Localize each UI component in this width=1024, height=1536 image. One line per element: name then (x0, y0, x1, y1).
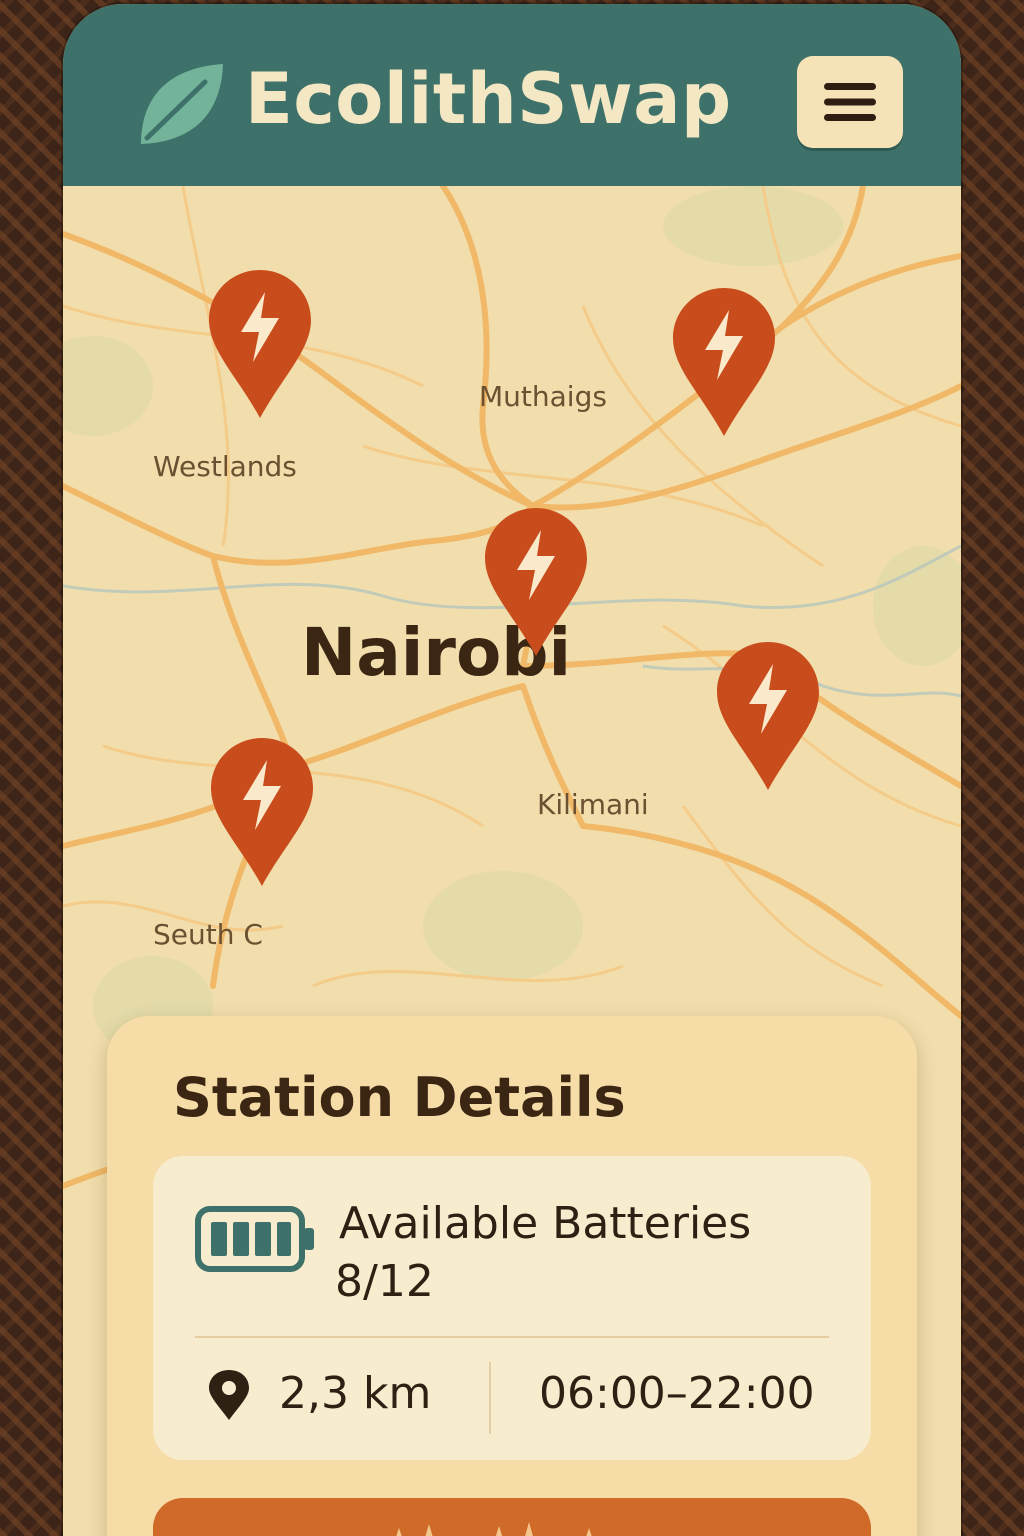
app-header: EcolithSwap (63, 4, 961, 186)
location-pin-icon (209, 1370, 249, 1420)
station-details-title: Station Details (173, 1066, 626, 1129)
station-pin-muthaigs[interactable] (671, 286, 777, 438)
station-pin-south-c[interactable] (209, 736, 315, 888)
phone-screen: EcolithSwap Westlands Muthaigs Kilimani … (63, 4, 961, 1536)
battery-icon (195, 1206, 314, 1272)
station-pin-westlands[interactable] (207, 268, 313, 420)
station-action-button[interactable] (153, 1498, 871, 1536)
station-pin-east[interactable] (715, 640, 821, 792)
place-label-kilimani: Kilimani (537, 788, 649, 821)
available-batteries-count: 8/12 (335, 1256, 434, 1307)
app-title: EcolithSwap (245, 58, 732, 140)
station-info-box: Available Batteries 8/12 2,3 km 06:00–22… (153, 1156, 871, 1460)
station-pin-central[interactable] (483, 506, 589, 658)
place-label-seuth-c: Seuth C (153, 918, 263, 951)
leaf-icon (141, 64, 223, 144)
hamburger-menu-icon (824, 83, 876, 121)
station-details-card: Station Details Available Batteries 8/12… (107, 1016, 917, 1536)
station-distance: 2,3 km (279, 1368, 432, 1419)
flame-pattern-icon (396, 1522, 592, 1536)
available-batteries-label: Available Batteries (339, 1198, 752, 1249)
place-label-westlands: Westlands (153, 450, 297, 483)
info-vertical-divider (489, 1362, 491, 1434)
info-divider (195, 1336, 829, 1338)
station-hours: 06:00–22:00 (539, 1368, 815, 1419)
menu-button[interactable] (797, 56, 903, 148)
place-label-muthaigs: Muthaigs (479, 380, 607, 413)
